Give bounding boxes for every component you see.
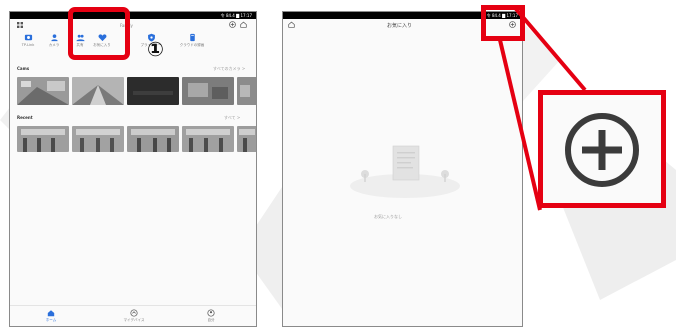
plus-circle-icon <box>565 113 639 187</box>
zoomed-add-button-box <box>538 90 666 208</box>
add-button-callout-box <box>481 5 525 41</box>
